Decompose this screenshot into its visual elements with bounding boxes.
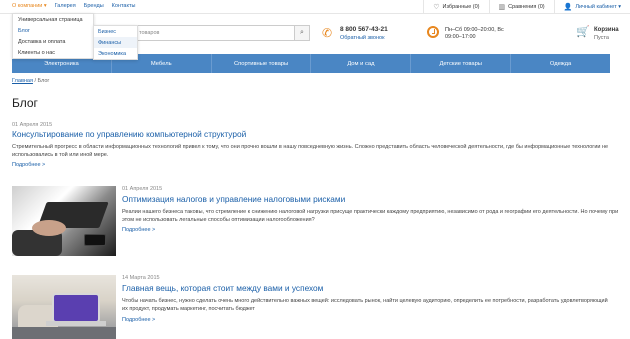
search-input[interactable]: товаров xyxy=(139,30,159,36)
company-dropdown: Универсальная страница Блог Доставка и о… xyxy=(12,13,94,59)
hours-line-1: Пн–Сб 09:00–20:00, Вс xyxy=(445,27,504,33)
read-more-link[interactable]: Подробнее > xyxy=(12,162,45,168)
category-kids[interactable]: Детские товары xyxy=(411,54,512,73)
favorites-label: Избранные (0) xyxy=(442,4,480,10)
category-sports[interactable]: Спортивные товары xyxy=(212,54,312,73)
post-title-link[interactable]: Главная вещь, которая стоит между вами и… xyxy=(122,283,323,293)
topnav-brands[interactable]: Бренды xyxy=(84,3,104,9)
top-utility-bar: О компании ▾ Галерея Бренды Контакты ♡ И… xyxy=(0,0,630,14)
post-excerpt: Реалии нашего бизнеса таковы, что стремл… xyxy=(122,209,619,223)
favorites-link[interactable]: ♡ Избранные (0) xyxy=(423,0,488,14)
topnav-about[interactable]: О компании ▾ xyxy=(12,3,47,9)
compare-label: Сравнения (0) xyxy=(508,4,545,10)
breadcrumb-home[interactable]: Главная xyxy=(12,78,33,84)
callback-link[interactable]: Обратный звонок xyxy=(340,35,384,41)
account-label: Личный кабинет ▾ xyxy=(575,4,621,10)
dropdown-item-delivery[interactable]: Доставка и оплата xyxy=(13,36,93,47)
hours-line-2: 09:00–17:00 xyxy=(445,34,476,40)
category-home-garden[interactable]: Дом и сад xyxy=(311,54,412,73)
breadcrumb-current: Блог xyxy=(37,78,50,84)
post-excerpt: Чтобы начать бизнес, нужно сделать очень… xyxy=(122,298,608,312)
dropdown-item-blog[interactable]: Блог xyxy=(13,25,93,36)
dropdown-item-universal[interactable]: Универсальная страница xyxy=(13,14,93,25)
user-icon: 👤 xyxy=(563,3,573,11)
post-thumbnail-laptop-typing[interactable] xyxy=(12,186,116,256)
phone-icon: ✆ xyxy=(322,26,333,40)
post-title-link[interactable]: Консультирование по управлению компьютер… xyxy=(12,129,246,139)
category-clothing[interactable]: Одежда xyxy=(511,54,610,73)
search-button[interactable]: ⌕ xyxy=(294,25,310,41)
phone-number: 8 800 567-43-21 xyxy=(340,26,388,33)
topnav-contacts[interactable]: Контакты xyxy=(112,3,136,9)
post-excerpt: Стремительный прогресс в области информа… xyxy=(12,144,609,158)
blog-submenu: Бизнес Финансы Экономика xyxy=(93,25,138,60)
compare-icon: ▥ xyxy=(498,3,506,11)
breadcrumb: Главная / Блог xyxy=(12,78,49,84)
cart-status: Пуста xyxy=(594,35,609,41)
post-date: 01 Апреля 2015 xyxy=(12,122,53,128)
topnav-gallery[interactable]: Галерея xyxy=(55,3,76,9)
submenu-item-economy[interactable]: Экономика xyxy=(94,48,137,59)
heart-icon: ♡ xyxy=(433,3,440,11)
top-nav: О компании ▾ Галерея Бренды Контакты xyxy=(12,3,135,9)
clock-icon xyxy=(427,26,439,38)
compare-link[interactable]: ▥ Сравнения (0) xyxy=(488,0,554,14)
account-link[interactable]: 👤 Личный кабинет ▾ xyxy=(553,0,630,14)
search-icon: ⌕ xyxy=(300,29,304,36)
cart-icon: 🛒 xyxy=(576,26,590,38)
dropdown-item-clients[interactable]: Клиенты о нас xyxy=(13,47,93,58)
submenu-item-finance[interactable]: Финансы xyxy=(94,37,137,48)
top-right-links: ♡ Избранные (0) ▥ Сравнения (0) 👤 Личный… xyxy=(423,0,630,14)
cart-title: Корзина xyxy=(594,27,619,33)
read-more-link[interactable]: Подробнее > xyxy=(122,227,155,233)
post-date: 01 Апреля 2015 xyxy=(122,186,163,192)
page-title: Блог xyxy=(12,96,38,110)
read-more-link[interactable]: Подробнее > xyxy=(122,317,155,323)
post-date: 14 Марта 2015 xyxy=(122,275,160,281)
submenu-item-business[interactable]: Бизнес xyxy=(94,26,137,37)
post-title-link[interactable]: Оптимизация налогов и управление налогов… xyxy=(122,194,345,204)
post-thumbnail-laptop-desk[interactable] xyxy=(12,275,116,339)
